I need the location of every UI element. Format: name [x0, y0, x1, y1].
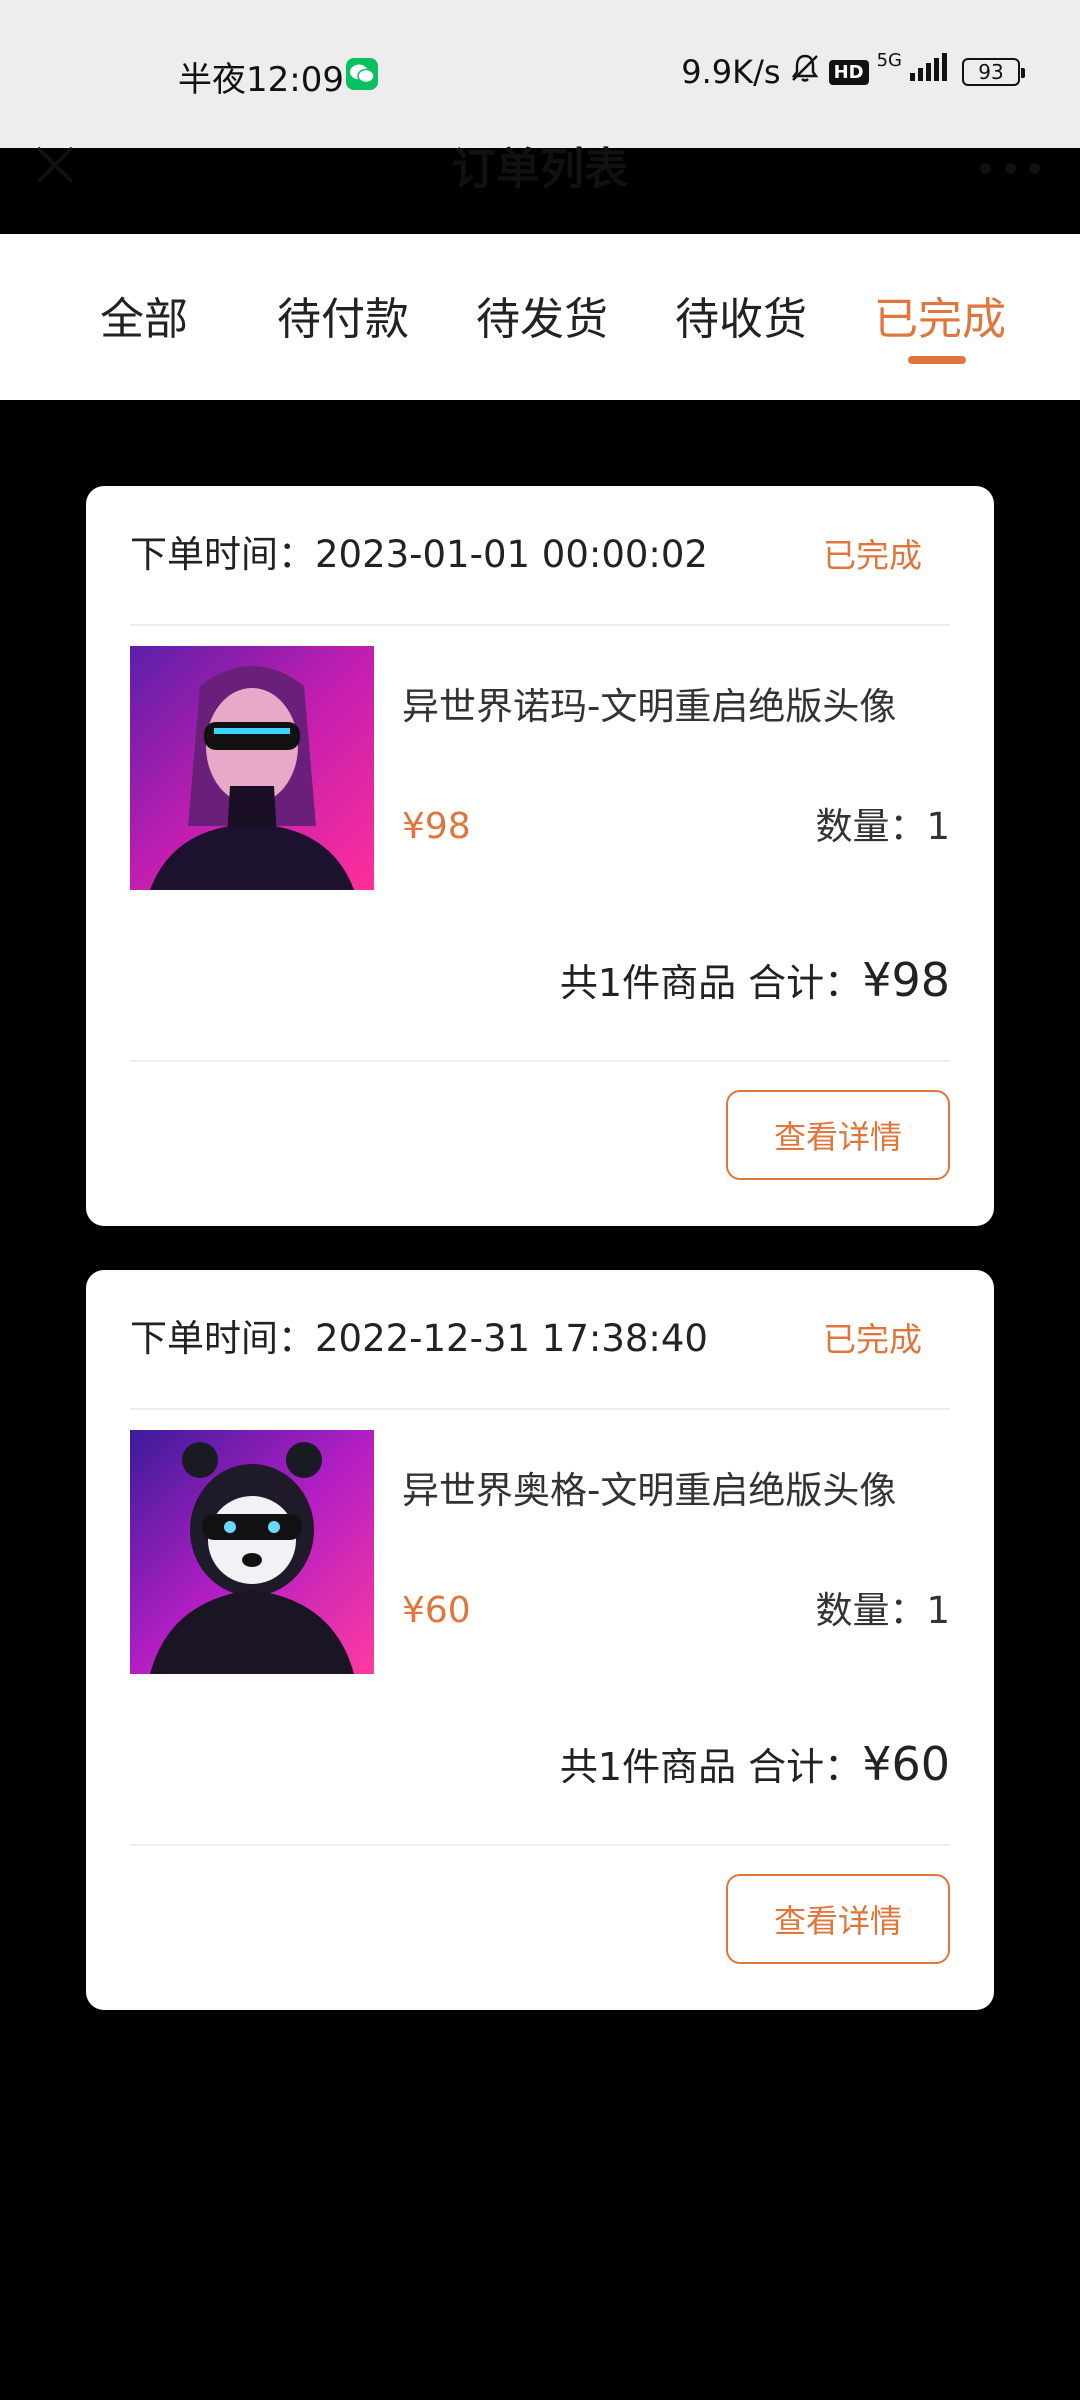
tab-completed[interactable]: 已完成 [874, 290, 1006, 350]
more-icon[interactable] [980, 156, 1040, 180]
divider [130, 1060, 950, 1062]
divider [130, 624, 950, 626]
network-type: 5G [876, 49, 902, 71]
tab-all[interactable]: 全部 [100, 290, 188, 350]
order-status: 已完成 [823, 1320, 922, 1359]
tab-pending-receipt[interactable]: 待收货 [675, 290, 807, 350]
wechat-icon [346, 58, 378, 90]
status-indicators: 9.9K/s HD 5G 93 [681, 49, 1025, 92]
product-name[interactable]: 异世界奥格-文明重启绝版头像 [402, 1466, 896, 1516]
summary-count: 共1件商品 合计： [559, 1745, 863, 1789]
product-image[interactable] [130, 1430, 374, 1674]
summary-total: ¥60 [862, 1737, 950, 1791]
product-quantity: 数量：1 [815, 1589, 950, 1632]
product-image[interactable] [130, 646, 374, 890]
summary-total: ¥98 [862, 953, 950, 1007]
divider [130, 1844, 950, 1846]
order-summary: 共1件商品 合计：¥60 [560, 1734, 950, 1797]
product-name[interactable]: 异世界诺玛-文明重启绝版头像 [402, 682, 896, 732]
battery-indicator: 93 [962, 58, 1025, 86]
status-time: 半夜12:09 [178, 60, 344, 100]
order-card: 下单时间：2023-01-01 00:00:02 已完成 异世界诺玛-文明重启绝… [86, 486, 994, 1226]
order-time: 下单时间：2023-01-01 00:00:02 [130, 533, 708, 576]
hd-badge: HD [828, 59, 869, 85]
active-tab-indicator [908, 356, 966, 364]
order-time: 下单时间：2022-12-31 17:38:40 [130, 1317, 708, 1360]
mute-bell-icon [789, 52, 821, 92]
status-bar: 半夜12:09 9.9K/s HD 5G 93 订单列表 [0, 0, 1080, 195]
order-tabs: 全部 待付款 待发货 待收货 已完成 [0, 234, 1080, 400]
tab-pending-shipment[interactable]: 待发货 [476, 290, 608, 350]
view-details-button[interactable]: 查看详情 [726, 1090, 950, 1180]
tab-pending-payment[interactable]: 待付款 [277, 290, 409, 350]
product-price: ¥98 [402, 806, 471, 847]
divider [130, 1408, 950, 1410]
summary-count: 共1件商品 合计： [559, 961, 863, 1005]
page-title: 订单列表 [452, 144, 628, 195]
order-status: 已完成 [823, 536, 922, 575]
view-details-button[interactable]: 查看详情 [726, 1874, 950, 1964]
network-speed: 9.9K/s [681, 53, 781, 91]
order-card: 下单时间：2022-12-31 17:38:40 已完成 异世界奥格-文明重启绝… [86, 1270, 994, 2010]
product-price: ¥60 [402, 1590, 471, 1631]
order-summary: 共1件商品 合计：¥98 [560, 950, 950, 1013]
signal-icon [910, 53, 954, 91]
product-quantity: 数量：1 [815, 805, 950, 848]
